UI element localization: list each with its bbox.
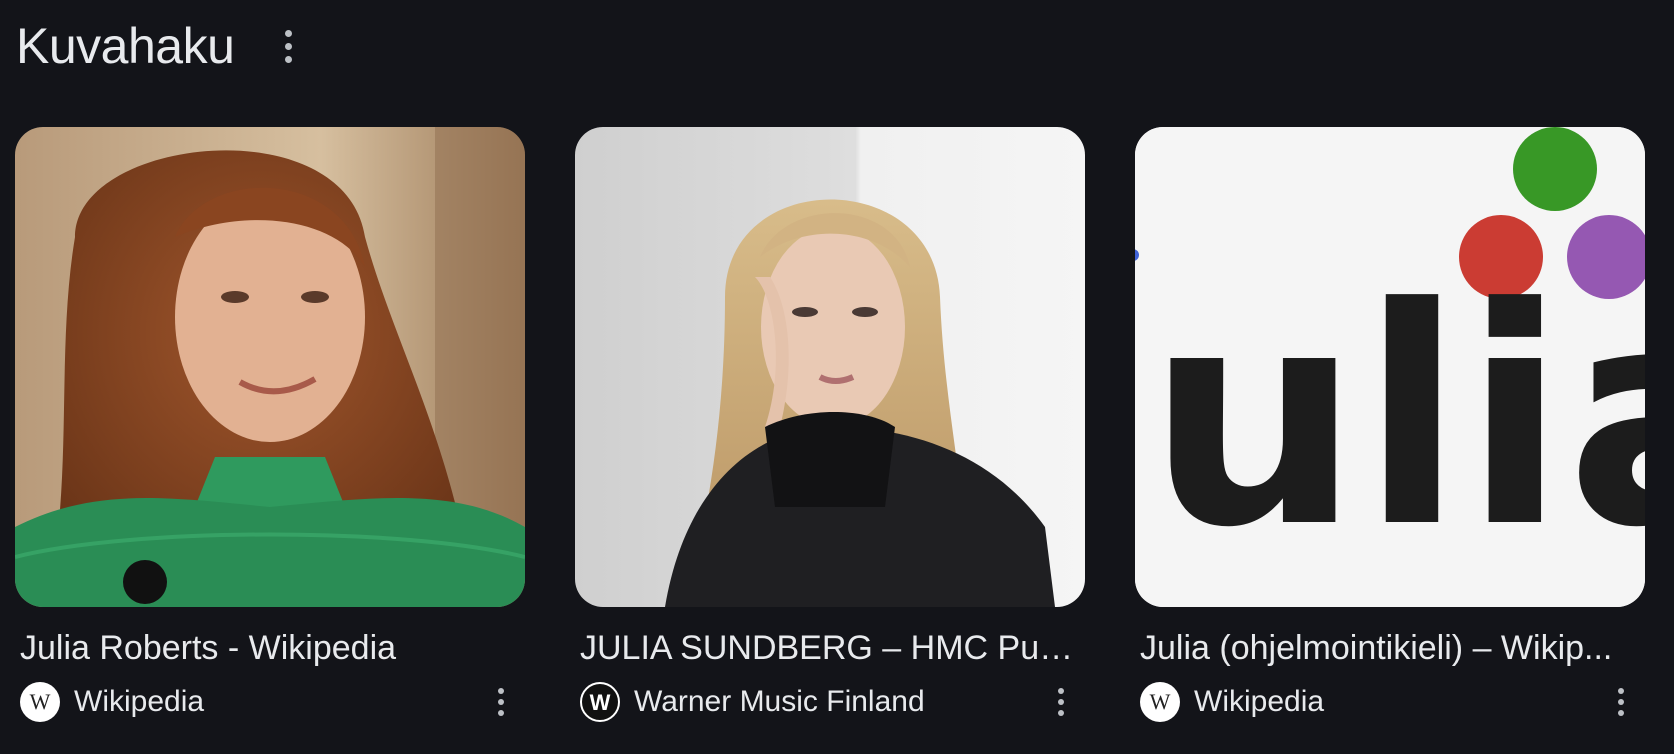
image-result-card[interactable]: Julia Roberts - Wikipedia W Wikipedia <box>15 127 525 722</box>
source-name: Warner Music Finland <box>634 685 925 718</box>
warner-music-icon: W <box>580 682 620 722</box>
result-title[interactable]: Julia Roberts - Wikipedia <box>20 629 520 668</box>
result-thumbnail[interactable] <box>15 127 525 607</box>
source-name: Wikipedia <box>1194 685 1325 718</box>
result-title[interactable]: Julia (ohjelmointikieli) – Wikip... <box>1140 629 1640 668</box>
svg-text:W: W <box>590 691 611 713</box>
image-result-card[interactable]: ulia Julia (ohjelmointikieli) – Wikip...… <box>1135 127 1645 722</box>
more-vert-icon[interactable] <box>1611 682 1631 722</box>
more-vert-icon[interactable] <box>1051 682 1071 722</box>
green-logo-dot <box>1513 127 1597 211</box>
svg-text:W: W <box>1150 692 1171 712</box>
image-results-grid: Julia Roberts - Wikipedia W Wikipedia JU… <box>15 127 1645 722</box>
result-source[interactable]: W Warner Music Finland <box>580 682 1085 722</box>
result-source[interactable]: W Wikipedia <box>1140 682 1645 722</box>
logo-text: ulia <box>1147 244 1645 593</box>
wikipedia-icon: W <box>20 682 60 722</box>
more-vert-icon[interactable] <box>278 26 298 66</box>
svg-text:W: W <box>30 692 51 712</box>
person-photo-image <box>575 127 1085 607</box>
section-title: Kuvahaku <box>16 18 235 74</box>
result-title[interactable]: JULIA SUNDBERG – HMC Pub... <box>580 629 1080 668</box>
more-vert-icon[interactable] <box>491 682 511 722</box>
result-source[interactable]: W Wikipedia <box>20 682 525 722</box>
image-result-card[interactable]: JULIA SUNDBERG – HMC Pub... W Warner Mus… <box>575 127 1085 722</box>
julia-logo-image: ulia <box>1135 127 1645 607</box>
person-photo-image <box>15 127 525 607</box>
result-thumbnail[interactable]: ulia <box>1135 127 1645 607</box>
wikipedia-icon: W <box>1140 682 1180 722</box>
image-search-header: Kuvahaku <box>16 14 298 78</box>
result-thumbnail[interactable] <box>575 127 1085 607</box>
source-name: Wikipedia <box>74 685 205 718</box>
